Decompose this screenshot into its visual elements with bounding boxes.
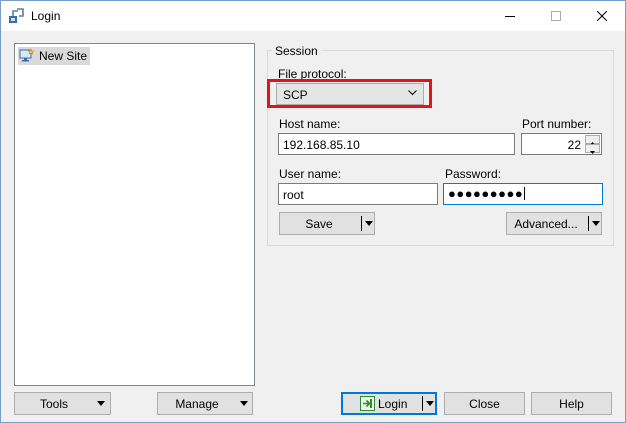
file-protocol-highlight — [267, 79, 432, 108]
password-label: Password: — [445, 167, 502, 181]
port-number-stepper[interactable]: 22 — [521, 133, 602, 155]
maximize-button[interactable] — [533, 1, 579, 31]
save-dropdown-icon[interactable] — [365, 221, 373, 226]
save-split-separator — [361, 216, 362, 231]
window-title: Login — [31, 9, 61, 23]
port-down-button[interactable] — [585, 144, 600, 154]
title-bar[interactable]: Login — [1, 1, 625, 31]
session-group-title: Session — [272, 44, 321, 58]
port-number-label: Port number: — [522, 117, 592, 131]
site-item-label: New Site — [39, 49, 88, 63]
chevron-down-small-icon — [590, 151, 595, 154]
site-tree[interactable]: New Site — [14, 43, 255, 386]
minimize-button[interactable] — [487, 1, 533, 31]
user-name-input[interactable]: root — [278, 183, 438, 205]
login-dropdown-icon[interactable] — [426, 401, 434, 406]
save-label: Save — [305, 217, 333, 231]
login-button[interactable]: Login — [341, 392, 437, 415]
help-button[interactable]: Help — [531, 392, 612, 415]
user-name-label: User name: — [279, 167, 342, 181]
advanced-split-separator — [588, 216, 589, 231]
tools-button[interactable]: Tools — [14, 392, 111, 415]
manage-button[interactable]: Manage — [157, 392, 253, 415]
host-name-input[interactable]: 192.168.85.10 — [278, 133, 515, 155]
login-window: Login New Site Session File protocol: SC… — [0, 0, 626, 423]
tools-label: Tools — [39, 397, 68, 411]
advanced-label: Advanced... — [514, 217, 578, 231]
login-split-separator — [422, 396, 423, 411]
host-name-label: Host name: — [279, 117, 341, 131]
text-caret — [524, 187, 526, 200]
close-button[interactable]: Close — [444, 392, 525, 415]
login-icon — [360, 396, 375, 411]
minimize-icon — [505, 16, 515, 17]
advanced-button[interactable]: Advanced... — [506, 212, 602, 235]
winscp-app-icon — [9, 8, 24, 23]
tools-dropdown-icon — [97, 401, 105, 406]
close-icon — [597, 11, 607, 21]
password-input[interactable]: ●●●●●●●●● — [443, 183, 603, 205]
close-window-button[interactable] — [579, 1, 625, 31]
site-item-new-site[interactable]: New Site — [18, 47, 91, 65]
password-value: ●●●●●●●●● — [448, 186, 524, 201]
close-label: Close — [469, 396, 500, 411]
port-up-button[interactable] — [585, 135, 600, 145]
help-label: Help — [559, 396, 584, 411]
login-label: Login — [378, 397, 408, 411]
save-button[interactable]: Save — [279, 212, 375, 235]
advanced-dropdown-icon[interactable] — [592, 221, 600, 226]
manage-dropdown-icon — [240, 401, 248, 406]
maximize-icon — [551, 11, 561, 21]
manage-label: Manage — [175, 397, 219, 411]
new-site-icon — [19, 49, 35, 62]
port-number-value: 22 — [567, 138, 581, 152]
